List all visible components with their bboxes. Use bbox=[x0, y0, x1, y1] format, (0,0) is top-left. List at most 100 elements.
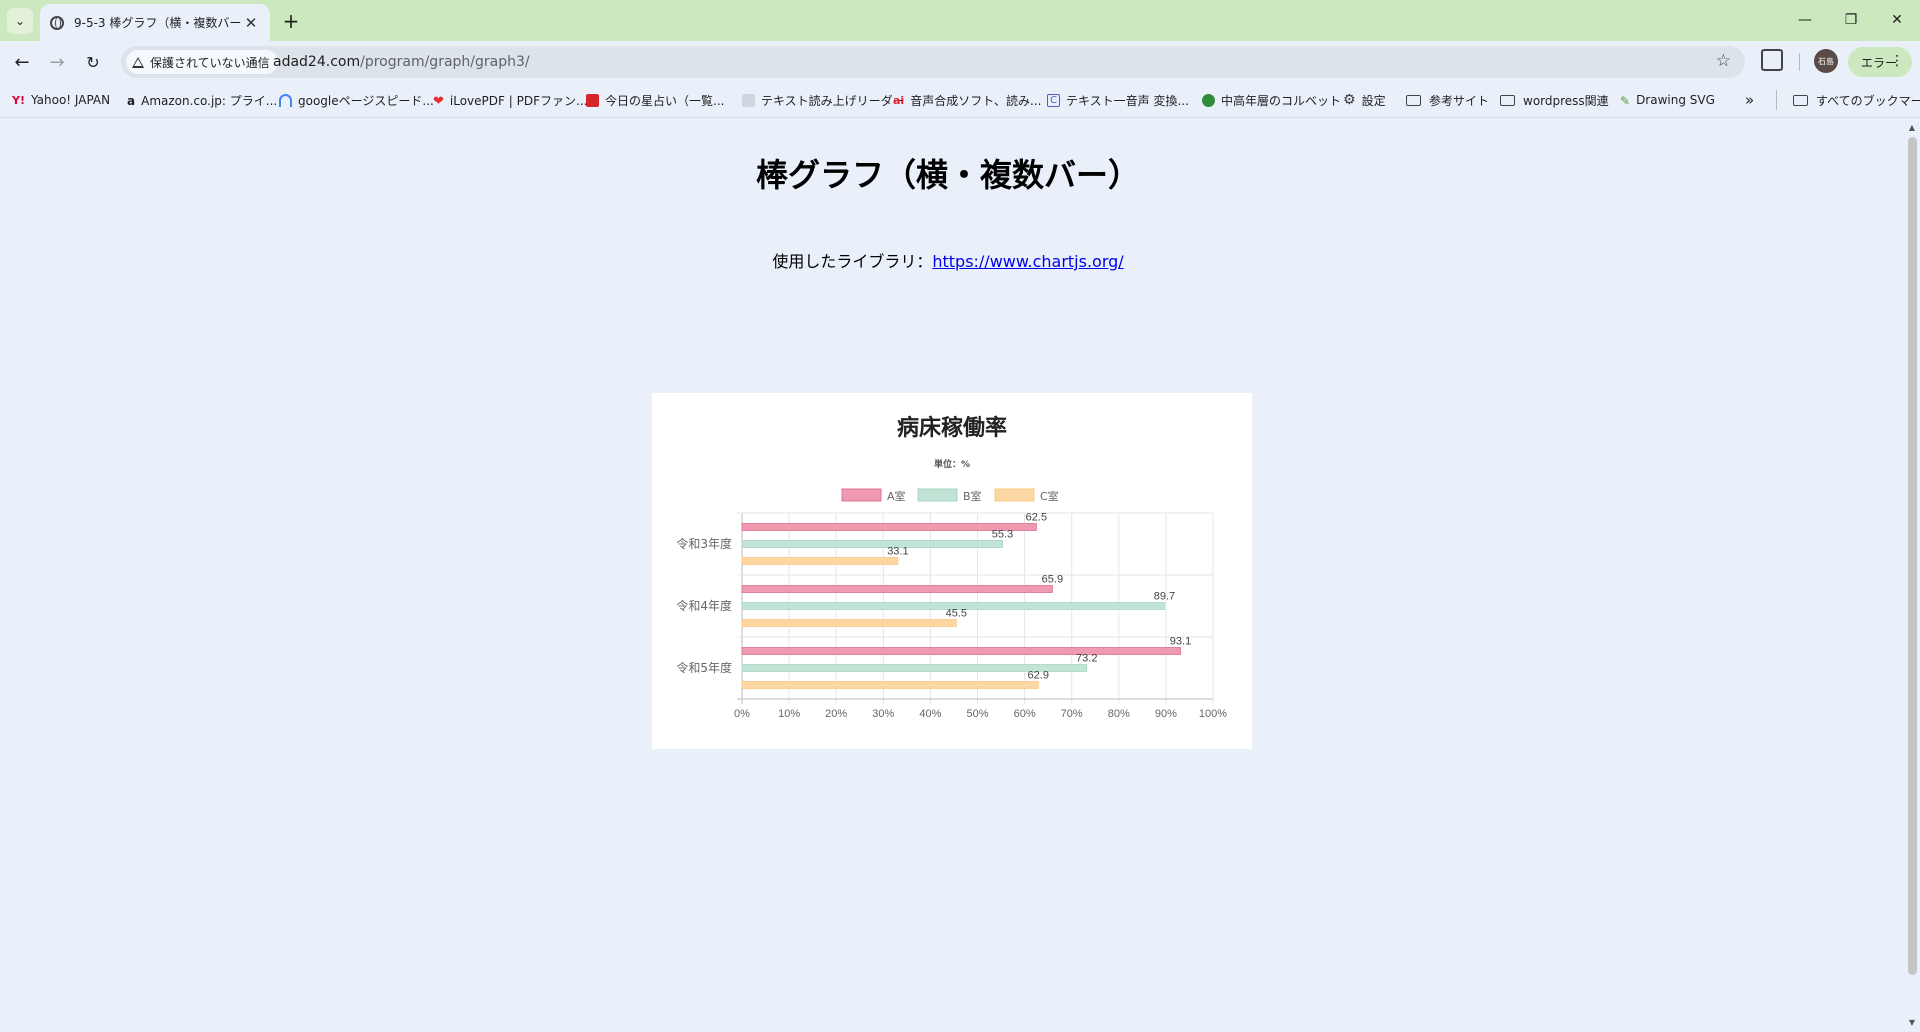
error-button[interactable]: エラー ⋮ bbox=[1848, 47, 1912, 77]
y-tick-label: 令和4年度 bbox=[676, 598, 732, 613]
legend-label: B室 bbox=[963, 489, 982, 503]
bookmark-item[interactable]: テキスト読み上げリーダー bbox=[742, 91, 905, 109]
bar bbox=[741, 585, 1053, 593]
bookmark-folder[interactable]: wordpress関連 bbox=[1500, 91, 1609, 109]
scrollbar-thumb[interactable] bbox=[1908, 137, 1917, 975]
security-chip[interactable]: 保護されていない通信 bbox=[126, 50, 278, 74]
legend-swatch bbox=[917, 488, 958, 502]
data-label: 55.3 bbox=[992, 529, 1013, 541]
scroll-down-icon[interactable]: ▼ bbox=[1906, 1018, 1918, 1030]
all-bookmarks-folder[interactable]: すべてのブックマーク bbox=[1793, 91, 1920, 109]
folder-icon bbox=[1500, 94, 1515, 106]
x-tick-label: 70% bbox=[1061, 708, 1083, 720]
data-label: 89.7 bbox=[1154, 591, 1175, 603]
svg-icon: ✎ bbox=[1620, 93, 1631, 108]
bookmark-star-icon[interactable]: ☆ bbox=[1716, 51, 1731, 71]
ilovepdf-icon: ❤ bbox=[433, 93, 444, 109]
folder-icon bbox=[1793, 94, 1808, 106]
library-line: 使用したライブラリ：https://www.chartjs.org/ bbox=[0, 248, 1896, 272]
bookmark-item[interactable]: ⚙ 設定 bbox=[1343, 91, 1386, 109]
bookmark-item[interactable]: 今日の星占い（一覧... bbox=[586, 91, 724, 109]
ai-voice-icon: ai bbox=[893, 93, 905, 107]
amazon-icon: a bbox=[127, 93, 136, 108]
bookmark-label: iLovePDF | PDFファン... bbox=[449, 93, 588, 108]
menu-dots-icon[interactable]: ⋮ bbox=[1890, 53, 1904, 69]
back-icon[interactable]: ← bbox=[8, 48, 36, 76]
character-icon bbox=[1202, 93, 1215, 107]
data-label: 62.9 bbox=[1028, 670, 1049, 682]
bookmark-label: テキスト読み上げリーダー bbox=[761, 93, 905, 108]
bookmark-label: 今日の星占い（一覧... bbox=[605, 93, 725, 108]
x-tick-label: 60% bbox=[1014, 708, 1036, 720]
folder-icon bbox=[1406, 94, 1421, 106]
minimize-icon[interactable]: — bbox=[1782, 6, 1828, 34]
x-tick-label: 0% bbox=[734, 708, 750, 720]
x-tick-label: 80% bbox=[1108, 708, 1130, 720]
page-title: 棒グラフ（横・複数バー） bbox=[755, 156, 1140, 194]
x-tick-label: 30% bbox=[872, 708, 894, 720]
x-tick-label: 90% bbox=[1155, 708, 1177, 720]
bar-chart: 病床稼働率単位：% A室 B室 C室 0% 10% 20% 30% 40% 50% 60% 70% 80… bbox=[676, 415, 1227, 720]
close-window-icon[interactable]: ✕ bbox=[1874, 6, 1920, 34]
x-tick-label: 10% bbox=[778, 708, 800, 720]
bookmark-item[interactable]: 中高年層のコルベット bbox=[1202, 91, 1341, 109]
x-tick-label: 100% bbox=[1199, 708, 1227, 720]
bookmark-label: テキスト一音声 変換... bbox=[1066, 93, 1189, 108]
legend-label: C室 bbox=[1040, 489, 1059, 503]
x-tick-label: 50% bbox=[966, 708, 988, 720]
warning-icon bbox=[132, 56, 144, 68]
new-tab-icon[interactable]: + bbox=[278, 8, 304, 34]
bookmark-label: Yahoo! JAPAN bbox=[30, 93, 111, 107]
close-tab-icon[interactable]: ✕ bbox=[242, 14, 260, 32]
bar bbox=[741, 681, 1039, 689]
forward-icon[interactable]: → bbox=[43, 48, 71, 76]
bookmark-folder[interactable]: 参考サイト bbox=[1406, 91, 1489, 109]
c-icon: C bbox=[1047, 93, 1060, 107]
active-tab[interactable]: 9-5-3 棒グラフ（横・複数バー） ✕ bbox=[40, 4, 270, 41]
data-label: 62.5 bbox=[1026, 512, 1047, 524]
bookmark-item[interactable]: ❤ iLovePDF | PDFファン... bbox=[433, 91, 587, 109]
reload-icon[interactable]: ↻ bbox=[79, 48, 107, 76]
tab-strip: ⌄ 9-5-3 棒グラフ（横・複数バー） ✕ + — ❐ ✕ bbox=[0, 0, 1920, 41]
bookmark-label: googleページスピード... bbox=[298, 93, 434, 108]
address-bar[interactable]: 保護されていない通信 adad24.com/program/graph/grap… bbox=[121, 46, 1745, 78]
chart-card: 病床稼働率 単位：% A室 B室 C室 0% 10% 20% 30% 40% 50% 60% 70% 80… bbox=[652, 393, 1252, 749]
data-label: 93.1 bbox=[1170, 636, 1191, 648]
yahoo-icon: Y! bbox=[12, 93, 25, 107]
horoscope-icon bbox=[586, 93, 599, 107]
data-label: 45.5 bbox=[946, 608, 967, 620]
url-text[interactable]: adad24.com/program/graph/graph3/ bbox=[273, 54, 530, 70]
bookmark-item[interactable]: ai 音声合成ソフト、読み... bbox=[893, 91, 1041, 109]
bookmark-label: Drawing SVG bbox=[1636, 93, 1715, 107]
bookmark-item[interactable]: ✎ Drawing SVG bbox=[1620, 91, 1715, 109]
bookmark-item[interactable]: C テキスト一音声 変換... bbox=[1047, 91, 1189, 109]
tab-title: 9-5-3 棒グラフ（横・複数バー） bbox=[74, 16, 242, 30]
avatar[interactable]: 石島 bbox=[1814, 49, 1838, 73]
chart-title: 病床稼働率 bbox=[897, 415, 1007, 441]
browser-toolbar: ← → ↻ 保護されていない通信 adad24.com/program/grap… bbox=[0, 41, 1920, 82]
y-tick-label: 令和3年度 bbox=[676, 536, 732, 551]
x-tick-label: 20% bbox=[825, 708, 847, 720]
more-bookmarks-icon[interactable]: » bbox=[1745, 91, 1754, 109]
data-label: 65.9 bbox=[1042, 574, 1063, 586]
restore-icon[interactable]: ❐ bbox=[1828, 6, 1874, 34]
bookmark-label: 参考サイト bbox=[1429, 93, 1490, 108]
bookmark-label: 中高年層のコルベット bbox=[1221, 93, 1342, 108]
scroll-up-icon[interactable]: ▲ bbox=[1906, 123, 1918, 135]
library-prefix: 使用したライブラリ： bbox=[772, 252, 933, 271]
bookmark-label: 音声合成ソフト、読み... bbox=[910, 93, 1042, 108]
data-label: 33.1 bbox=[887, 546, 908, 558]
tab-search-icon[interactable]: ⌄ bbox=[7, 8, 33, 34]
extensions-icon[interactable] bbox=[1761, 49, 1783, 71]
bookmark-item[interactable]: a Amazon.co.jp: プライ... bbox=[127, 91, 277, 109]
bookmark-item[interactable]: googleページスピード... bbox=[279, 91, 434, 109]
gear-icon: ⚙ bbox=[1343, 92, 1356, 108]
chart-subtitle: 単位：% bbox=[934, 458, 970, 470]
bar bbox=[741, 619, 957, 627]
bookmarks-bar: Y! Yahoo! JAPAN a Amazon.co.jp: プライ... goo… bbox=[0, 82, 1920, 118]
bookmark-label: 設定 bbox=[1361, 93, 1386, 108]
legend-swatch bbox=[841, 488, 882, 502]
library-link[interactable]: https://www.chartjs.org/ bbox=[932, 252, 1123, 271]
x-tick-label: 40% bbox=[919, 708, 941, 720]
bookmark-item[interactable]: Y! Yahoo! JAPAN bbox=[12, 91, 110, 109]
